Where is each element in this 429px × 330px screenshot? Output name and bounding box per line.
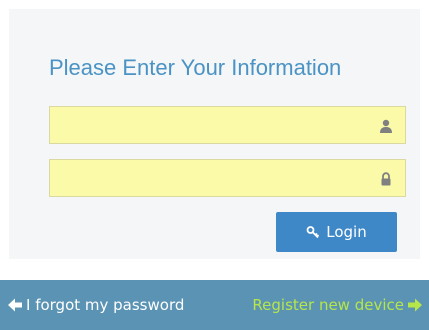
footer-bar: I forgot my password Register new device xyxy=(0,280,429,330)
username-field-container xyxy=(49,106,406,144)
user-icon xyxy=(379,119,393,133)
form-title: Please Enter Your Information xyxy=(49,55,341,81)
lock-icon xyxy=(379,172,393,186)
password-input[interactable] xyxy=(50,160,405,196)
login-button-label: Login xyxy=(326,223,366,241)
key-icon xyxy=(306,225,320,239)
forgot-password-label: I forgot my password xyxy=(26,296,184,314)
register-device-label: Register new device xyxy=(252,296,404,314)
login-page: Please Enter Your Information Login xyxy=(0,0,429,330)
password-field-container xyxy=(49,159,406,197)
arrow-right-icon xyxy=(407,297,423,313)
register-device-link[interactable]: Register new device xyxy=(252,296,423,314)
arrow-left-icon xyxy=(7,297,23,313)
username-input[interactable] xyxy=(50,107,405,143)
login-button[interactable]: Login xyxy=(276,212,397,252)
forgot-password-link[interactable]: I forgot my password xyxy=(7,296,184,314)
